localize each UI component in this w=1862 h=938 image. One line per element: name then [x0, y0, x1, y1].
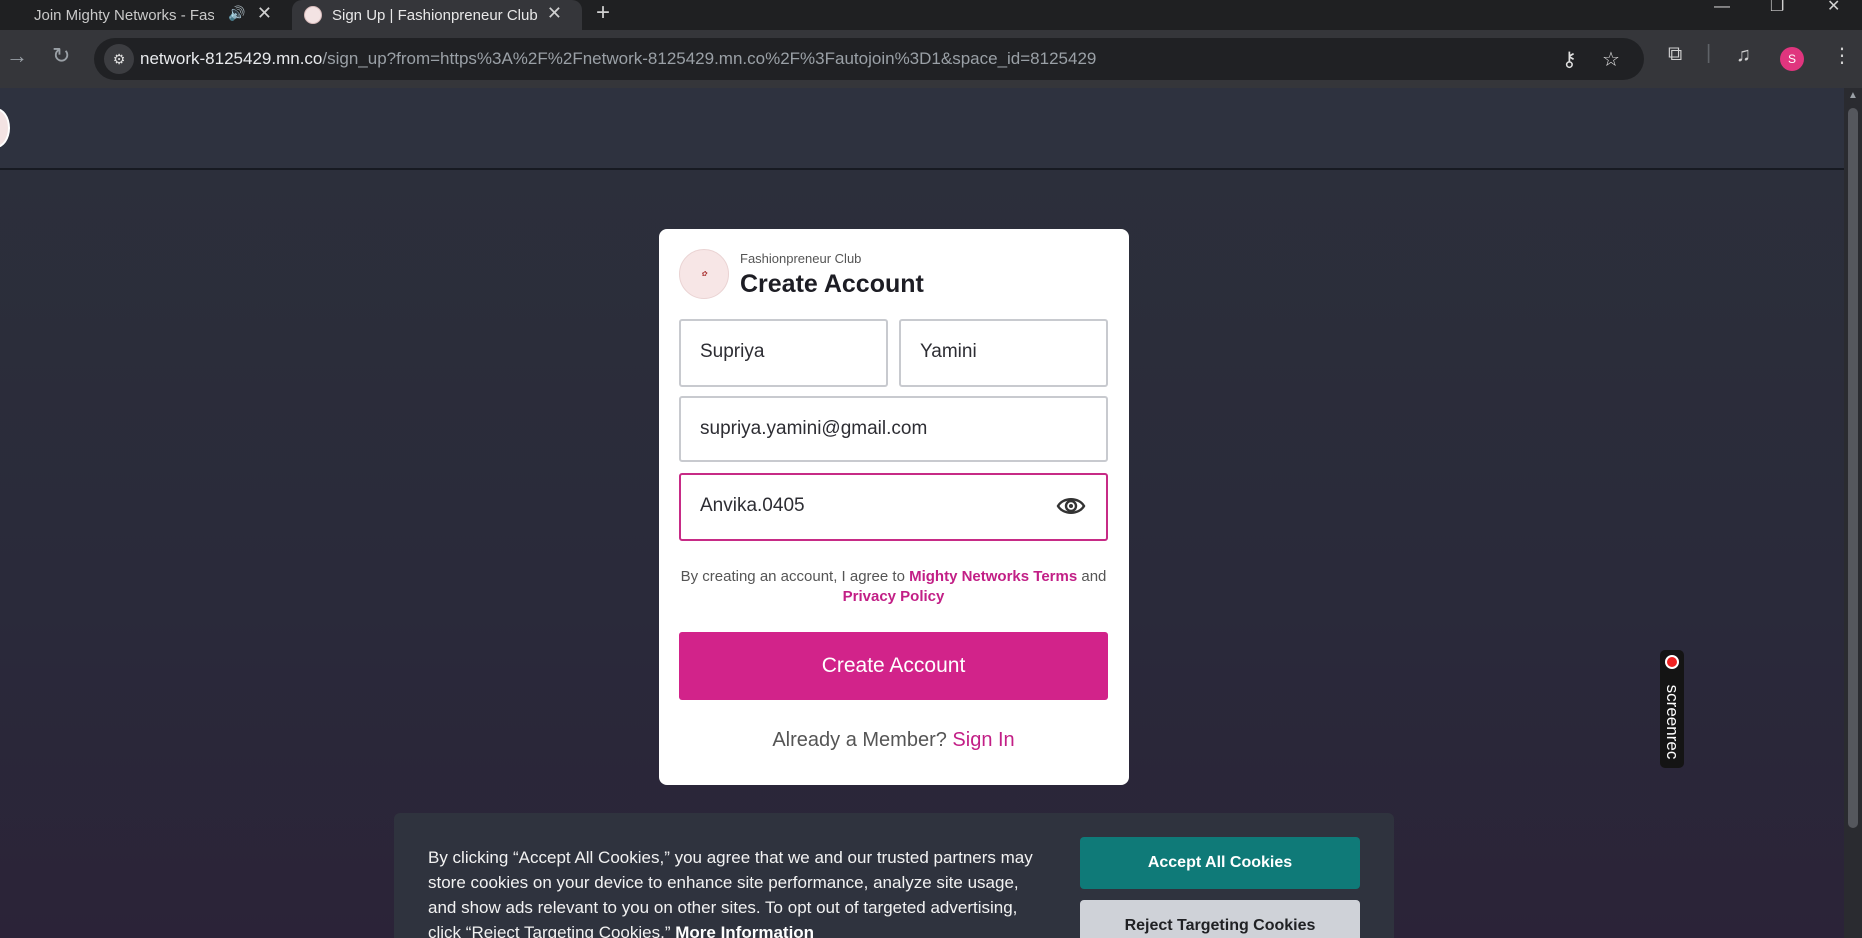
forward-icon[interactable]: →: [6, 43, 28, 69]
site-info-icon[interactable]: ⚙: [104, 44, 134, 74]
already-member-text: Already a Member? Sign In: [772, 729, 1015, 751]
terms-link[interactable]: Mighty Networks Terms: [909, 568, 1077, 585]
screenrec-widget[interactable]: screenrec: [1660, 650, 1684, 768]
toolbar-divider: |: [1706, 42, 1712, 64]
extensions-icon[interactable]: ⧉: [1668, 43, 1682, 66]
tab-sign-up[interactable]: Sign Up | Fashionpreneur Club ✕: [292, 0, 582, 30]
favicon-icon: [304, 6, 322, 24]
media-control-icon[interactable]: ♫: [1736, 44, 1751, 67]
scroll-up-icon[interactable]: ▲: [1848, 90, 1858, 101]
last-name-field[interactable]: Yamini: [899, 319, 1108, 387]
tab-join-mighty-networks[interactable]: Join Mighty Networks - Fashionpreneur Cl…: [0, 0, 292, 30]
first-name-field[interactable]: Supriya: [679, 319, 888, 387]
browser-menu-icon[interactable]: ⋮: [1832, 43, 1852, 68]
address-bar[interactable]: ⚙ network-8125429.mn.co/sign_up?from=htt…: [94, 38, 1644, 80]
email-field[interactable]: supriya.yamini@gmail.com: [679, 396, 1108, 462]
last-name-value: Yamini: [920, 341, 977, 362]
close-window-button[interactable]: ✕: [1827, 0, 1840, 15]
sign-in-link[interactable]: Sign In: [952, 729, 1014, 751]
cookie-text: By clicking “Accept All Cookies,” you ag…: [428, 845, 1038, 938]
first-name-value: Supriya: [700, 341, 765, 362]
form-title: Create Account: [740, 270, 924, 298]
scrollbar-thumb[interactable]: [1848, 108, 1858, 828]
accept-all-cookies-button[interactable]: Accept All Cookies: [1080, 837, 1360, 889]
page-scrollbar[interactable]: ▲: [1844, 88, 1862, 938]
close-tab-icon[interactable]: ✕: [547, 3, 562, 24]
show-password-eye-icon[interactable]: [1056, 493, 1086, 519]
bookmark-star-icon[interactable]: ☆: [1602, 47, 1620, 72]
reload-icon[interactable]: ↻: [52, 43, 70, 69]
site-header: [0, 88, 1844, 170]
club-name: Fashionpreneur Club: [740, 251, 862, 266]
create-account-button[interactable]: Create Account: [679, 632, 1108, 700]
password-key-icon[interactable]: ⚷: [1562, 47, 1577, 72]
privacy-policy-link[interactable]: Privacy Policy: [843, 588, 945, 605]
close-tab-icon[interactable]: ✕: [257, 3, 272, 24]
tab-title: Sign Up | Fashionpreneur Club: [332, 6, 538, 24]
screenrec-label: screenrec: [1663, 684, 1682, 760]
password-value: Anvika.0405: [700, 495, 805, 516]
tab-strip: Join Mighty Networks - Fashionpreneur Cl…: [0, 0, 1862, 30]
browser-toolbar: → ↻ ⚙ network-8125429.mn.co/sign_up?from…: [0, 30, 1862, 88]
password-field[interactable]: Anvika.0405: [679, 473, 1108, 541]
minimize-button[interactable]: —: [1714, 0, 1730, 15]
more-information-link[interactable]: More Information: [675, 923, 814, 938]
profile-avatar[interactable]: S: [1780, 47, 1804, 71]
reject-targeting-cookies-button[interactable]: Reject Targeting Cookies: [1080, 900, 1360, 938]
cookie-banner: By clicking “Accept All Cookies,” you ag…: [394, 813, 1394, 938]
new-tab-button[interactable]: +: [596, 0, 610, 26]
url-text[interactable]: network-8125429.mn.co/sign_up?from=https…: [140, 49, 1096, 69]
email-value: supriya.yamini@gmail.com: [700, 418, 928, 439]
network-logo-icon[interactable]: [0, 108, 10, 148]
speaker-icon[interactable]: 🔊: [228, 5, 245, 22]
restore-button[interactable]: ❐: [1770, 0, 1784, 15]
record-dot-icon: [1665, 655, 1679, 669]
club-logo-icon: ✿: [679, 249, 729, 299]
tab-title: Join Mighty Networks - Fashionpreneur Cl…: [34, 6, 214, 24]
signup-card: ✿ Fashionpreneur Club Create Account Sup…: [659, 229, 1129, 785]
terms-text: By creating an account, I agree to Might…: [680, 568, 1107, 605]
